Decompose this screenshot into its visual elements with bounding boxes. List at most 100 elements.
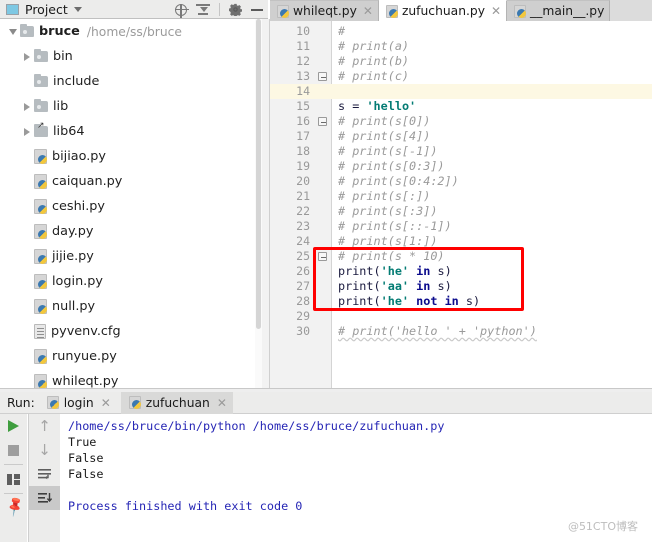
code-line[interactable]: # print(c) (338, 69, 409, 84)
tree-twisty-expanded[interactable] (6, 28, 20, 35)
tree-item-jijie-py[interactable]: jijie.py (0, 244, 262, 269)
caret-line-highlight (270, 84, 652, 99)
tree-item-bijiao-py[interactable]: bijiao.py (0, 144, 262, 169)
chevron-down-icon[interactable] (73, 6, 82, 12)
code-line[interactable]: # print(s[::-1]) (338, 219, 452, 234)
editor-tab-zufuchuan-py[interactable]: zufuchuan.py ✕ (378, 0, 508, 21)
code-line[interactable]: print('aa' in s) (338, 279, 452, 294)
line-number: 12 (296, 54, 310, 68)
scrollbar-thumb[interactable] (256, 19, 261, 329)
code-fold-toggle[interactable] (318, 72, 327, 81)
run-tab-zufuchuan[interactable]: zufuchuan ✕ (120, 391, 233, 414)
tree-item-label: bin (53, 49, 73, 64)
console-line: False (68, 451, 104, 465)
python-file-icon (385, 4, 398, 18)
tree-item-lib64[interactable]: lib64 (0, 119, 262, 144)
tree-item-runyue-py[interactable]: runyue.py (0, 344, 262, 369)
chevron-down-icon[interactable] (9, 28, 17, 35)
tree-item-whileqt-py[interactable]: whileqt.py (0, 369, 262, 388)
close-icon[interactable]: ✕ (101, 396, 111, 410)
tree-item-label: ceshi.py (52, 199, 106, 214)
code-fold-toggle[interactable] (318, 117, 327, 126)
soft-wrap-button[interactable] (29, 462, 60, 486)
pin-button[interactable]: 📌 (0, 495, 27, 520)
close-icon[interactable]: ✕ (217, 396, 227, 410)
code-line[interactable]: # print('hello ' + 'python') (338, 324, 537, 339)
python-file-icon (34, 224, 47, 239)
scroll-up-button[interactable]: ↑ (29, 414, 60, 438)
line-number: 27 (296, 279, 310, 293)
line-number: 13 (296, 69, 310, 83)
editor-tab-whileqt-py[interactable]: whileqt.py ✕ (270, 0, 379, 21)
tree-item-login-py[interactable]: login.py (0, 269, 262, 294)
toolbar-divider (4, 493, 23, 494)
stop-button[interactable] (0, 438, 27, 462)
run-button[interactable] (0, 414, 27, 438)
minimize-icon[interactable] (251, 3, 263, 15)
gear-icon[interactable] (229, 3, 242, 16)
panel-splitter[interactable] (262, 19, 270, 388)
editor-tabbar: whileqt.py ✕ zufuchuan.py ✕ __main__.py (270, 0, 652, 21)
chevron-right-icon[interactable] (24, 52, 30, 61)
code-token: # print(s * 10) (338, 249, 445, 263)
chevron-right-icon[interactable] (24, 102, 30, 111)
project-tree-scrollbar[interactable] (255, 19, 262, 388)
project-tree[interactable]: bruce/home/ss/bruce bin include lib lib64 bij… (0, 19, 262, 388)
project-panel-header: Project (0, 0, 268, 19)
layout-button[interactable] (0, 467, 27, 491)
folder-icon (34, 48, 48, 62)
close-icon[interactable]: ✕ (491, 5, 501, 17)
line-number: 19 (296, 159, 310, 173)
tree-twisty-collapsed[interactable] (20, 127, 34, 136)
scroll-down-button[interactable]: ↓ (29, 438, 60, 462)
tree-item-lib[interactable]: lib (0, 94, 262, 119)
code-line[interactable]: # print(s[4]) (338, 129, 430, 144)
editor-tab---main---py[interactable]: __main__.py (507, 0, 611, 21)
layout-icon (7, 473, 20, 485)
tree-item-null-py[interactable]: null.py (0, 294, 262, 319)
tree-item-bruce[interactable]: bruce/home/ss/bruce (0, 19, 262, 44)
code-line[interactable]: # print(s[:]) (338, 189, 430, 204)
code-line[interactable]: # print(s[:3]) (338, 204, 437, 219)
code-editor[interactable]: 10 #11 # print(a) 12 # print(b) 13 # print(c) 1… (270, 21, 652, 388)
console-line: True (68, 435, 97, 449)
code-token: s (338, 99, 353, 113)
collapse-all-icon[interactable] (196, 2, 210, 16)
code-line[interactable]: # (338, 24, 345, 39)
code-fold-toggle[interactable] (318, 252, 327, 261)
target-icon[interactable] (175, 3, 189, 18)
run-tab-login[interactable]: login ✕ (39, 392, 117, 414)
tree-item-include[interactable]: include (0, 69, 262, 94)
code-line[interactable]: # print(s[0:3]) (338, 159, 445, 174)
code-line[interactable]: # print(s[0:4:2]) (338, 174, 459, 189)
code-line[interactable]: # print(s[0]) (338, 114, 430, 129)
scroll-to-end-button[interactable] (29, 486, 60, 510)
code-line[interactable]: # print(a) (338, 39, 409, 54)
run-console-output[interactable]: /home/ss/bruce/bin/python /home/ss/bruce… (60, 414, 652, 542)
tree-item-bin[interactable]: bin (0, 44, 262, 69)
chevron-right-icon[interactable] (24, 127, 30, 136)
code-token: # print(s[4]) (338, 129, 431, 143)
tree-item-day-py[interactable]: day.py (0, 219, 262, 244)
tree-twisty-collapsed[interactable] (20, 52, 34, 61)
code-line[interactable]: print('he' not in s) (338, 294, 480, 309)
code-token: = (352, 99, 367, 113)
code-line[interactable]: # print(s[1:]) (338, 234, 437, 249)
tree-item-pyvenv-cfg[interactable]: pyvenv.cfg (0, 319, 262, 344)
code-line[interactable]: # print(b) (338, 54, 409, 69)
code-token: # print(s[-1]) (338, 144, 438, 158)
tree-item-label: day.py (52, 224, 94, 239)
console-line: /home/ss/bruce/bin/python /home/ss/bruce… (68, 419, 445, 433)
close-icon[interactable]: ✕ (363, 5, 373, 17)
tree-item-caiquan-py[interactable]: caiquan.py (0, 169, 262, 194)
arrow-up-icon: ↑ (38, 416, 51, 435)
code-line[interactable]: s = 'hello' (338, 99, 416, 114)
tree-item-ceshi-py[interactable]: ceshi.py (0, 194, 262, 219)
code-line[interactable]: print('he' in s) (338, 264, 452, 279)
code-token: # print(s[:]) (338, 189, 431, 203)
tree-twisty-collapsed[interactable] (20, 102, 34, 111)
code-line[interactable]: # print(s * 10) (338, 249, 445, 264)
code-line[interactable]: # print(s[-1]) (338, 144, 437, 159)
tree-item-label: pyvenv.cfg (51, 324, 121, 339)
python-file-icon (34, 199, 47, 214)
